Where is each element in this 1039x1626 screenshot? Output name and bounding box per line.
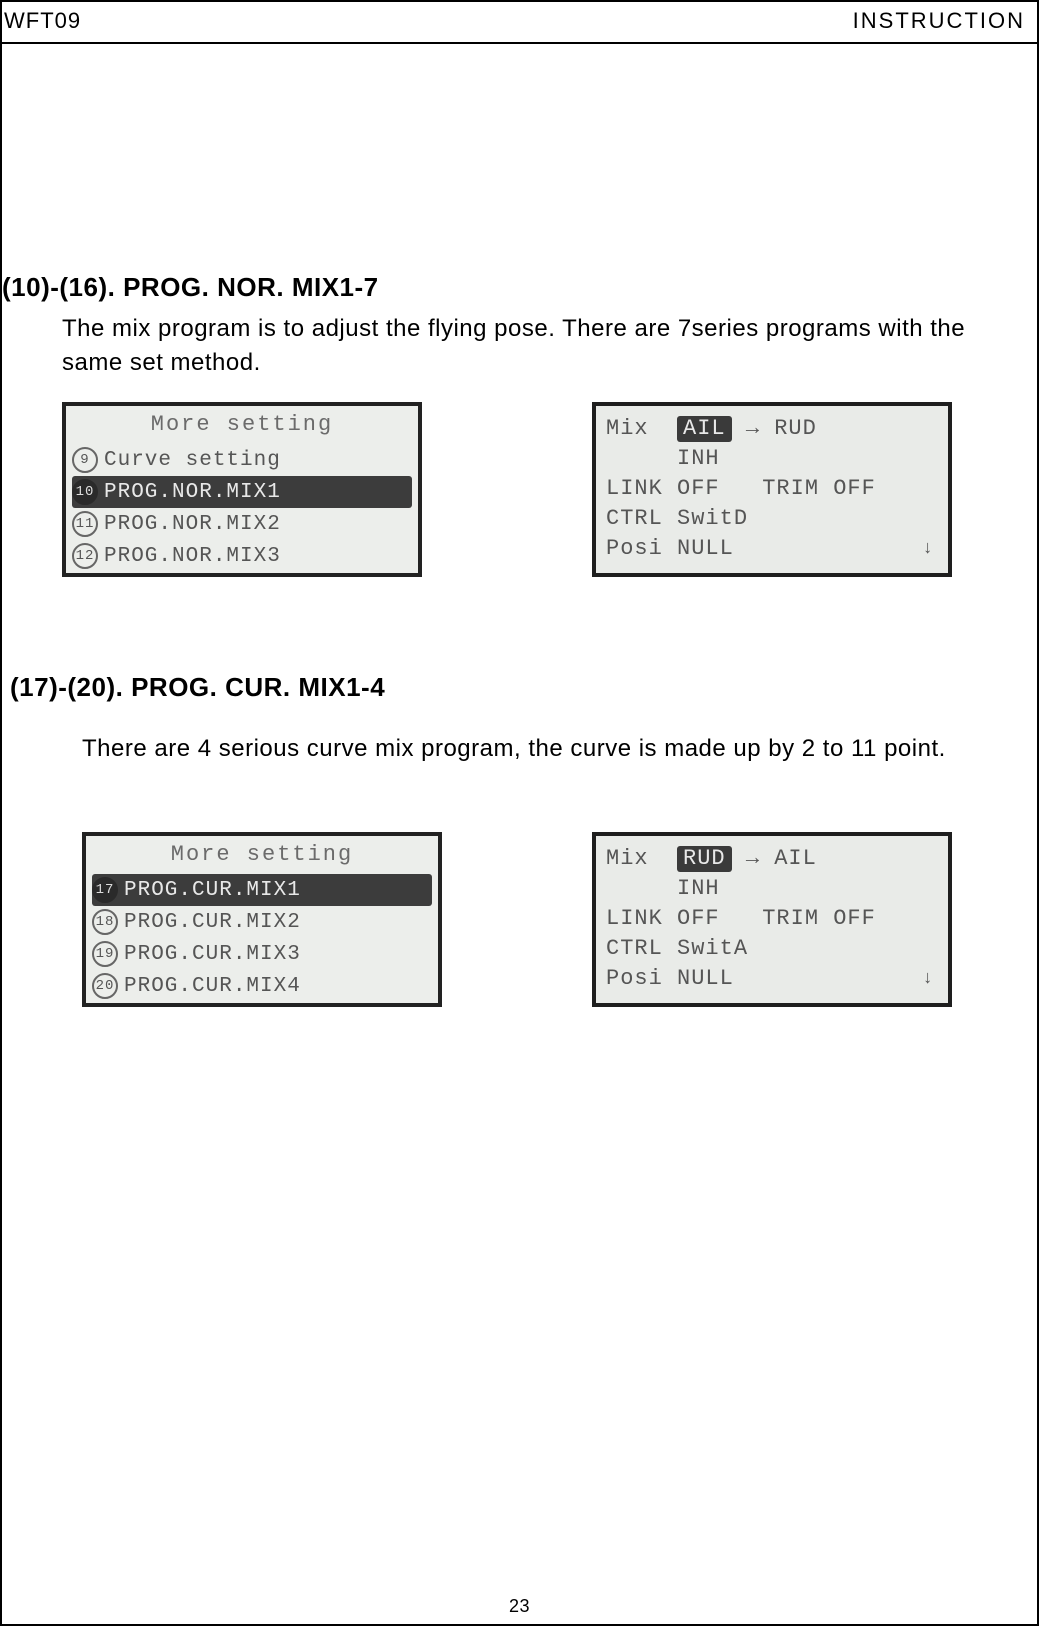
page: WFT09 INSTRUCTION (10)-(16). PROG. NOR. … [0,0,1039,1626]
cur-menu-row: 17PROG.CUR.MIX1 [92,874,432,906]
menu-index-icon: 20 [92,973,118,999]
mix-nor-line1: Mix AIL → RUD [606,414,938,444]
lcd-nor-title: More setting [72,412,412,438]
mix-cur-line3: LINK OFF TRIM OFF [606,904,938,934]
arrow-down-icon: ↓ [922,969,934,991]
mix-nor-line2: INH [606,444,938,474]
page-number: 23 [2,1596,1037,1618]
menu-index-icon: 12 [72,543,98,569]
lcd-more-setting-cur: More setting 17PROG.CUR.MIX118PROG.CUR.M… [82,832,442,1007]
menu-index-icon: 17 [92,877,118,903]
mix-cur-line4: CTRL SwitA [606,934,938,964]
menu-index-icon: 18 [92,909,118,935]
nor-menu-label: PROG.NOR.MIX3 [104,544,281,569]
nor-menu-row: 12PROG.NOR.MIX3 [72,540,412,572]
menu-index-icon: 10 [72,479,98,505]
lcd-cur-title: More setting [92,842,432,868]
nor-menu-row: 11PROG.NOR.MIX2 [72,508,412,540]
cur-menu-row: 19PROG.CUR.MIX3 [92,938,432,970]
section1-title: (10)-(16). PROG. NOR. MIX1-7 [2,272,379,303]
mix-nor-line5: Posi NULL [606,534,938,564]
lcd-more-setting-nor: More setting 9Curve setting10PROG.NOR.MI… [62,402,422,577]
cur-menu-label: PROG.CUR.MIX3 [124,942,301,967]
header-right: INSTRUCTION [853,8,1025,34]
nor-menu-row: 10PROG.NOR.MIX1 [72,476,412,508]
lcd-mix-cur: Mix RUD → AIL INH LINK OFF TRIM OFF CTRL… [592,832,952,1007]
cur-menu-label: PROG.CUR.MIX1 [124,878,301,903]
mix-cur-line2: INH [606,874,938,904]
mix-nor-l1-pre: Mix [606,416,677,442]
mix-cur-l1-post: → AIL [732,846,817,872]
mix-nor-line3: LINK OFF TRIM OFF [606,474,938,504]
mix-cur-line5: Posi NULL [606,964,938,994]
header-rule [2,42,1037,44]
nor-menu-label: PROG.NOR.MIX2 [104,512,281,537]
menu-index-icon: 19 [92,941,118,967]
section1-body: The mix program is to adjust the flying … [62,312,997,379]
mix-cur-l1-pre: Mix [606,846,677,872]
mix-cur-pill: RUD [677,846,732,872]
mix-nor-l1-post: → RUD [732,416,817,442]
menu-index-icon: 11 [72,511,98,537]
section2-title: (17)-(20). PROG. CUR. MIX1-4 [10,672,385,703]
lcd-mix-nor: Mix AIL → RUD INH LINK OFF TRIM OFF CTRL… [592,402,952,577]
cur-menu-label: PROG.CUR.MIX2 [124,910,301,935]
header-left: WFT09 [4,8,81,34]
cur-menu-row: 18PROG.CUR.MIX2 [92,906,432,938]
cur-menu-row: 20PROG.CUR.MIX4 [92,970,432,1002]
nor-menu-label: PROG.NOR.MIX1 [104,480,281,505]
cur-menu-label: PROG.CUR.MIX4 [124,974,301,999]
mix-cur-line1: Mix RUD → AIL [606,844,938,874]
arrow-down-icon: ↓ [922,539,934,561]
mix-nor-line4: CTRL SwitD [606,504,938,534]
menu-index-icon: 9 [72,447,98,473]
mix-nor-pill: AIL [677,416,732,442]
nor-menu-label: Curve setting [104,448,281,473]
section2-body: There are 4 serious curve mix program, t… [82,732,1027,766]
nor-menu-row: 9Curve setting [72,444,412,476]
